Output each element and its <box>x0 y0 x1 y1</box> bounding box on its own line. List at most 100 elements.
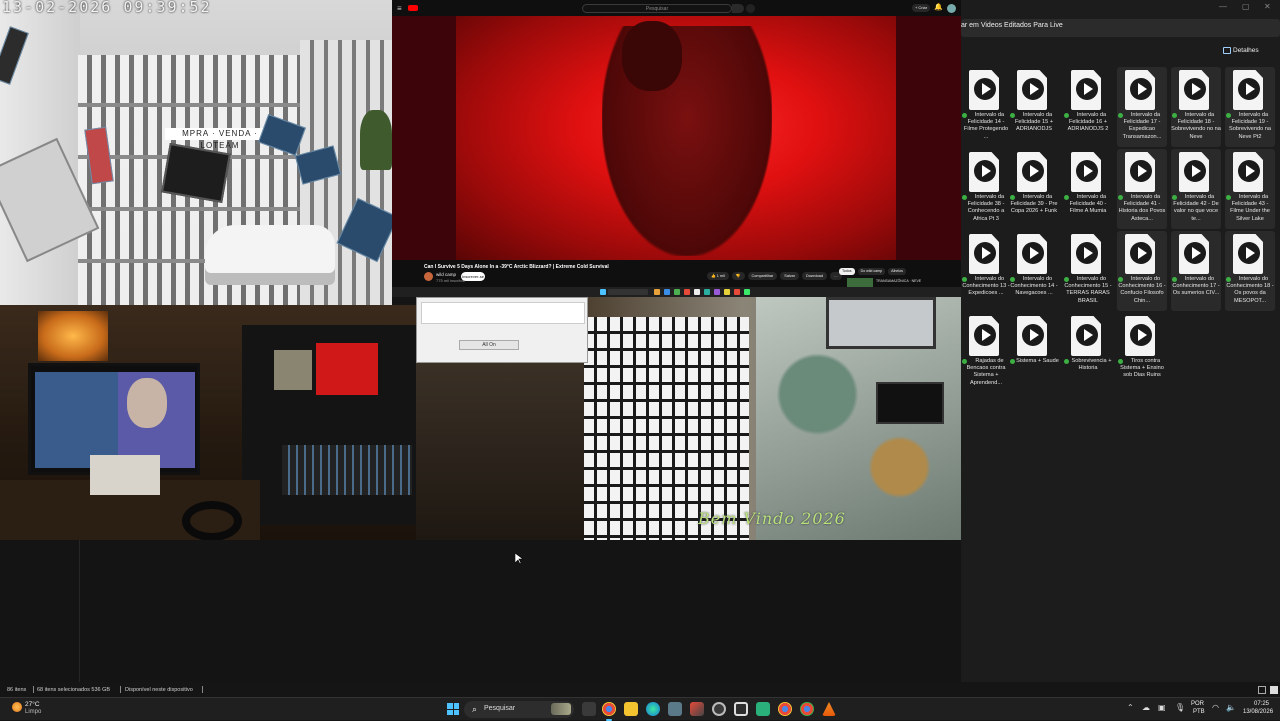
play-icon <box>974 242 996 264</box>
search-text[interactable]: ar em Videos Editados Para Live <box>961 22 1063 29</box>
file-name: Intervalo da Felicidade 19 - Sobrevivend… <box>1229 112 1271 140</box>
details-view-icon[interactable] <box>1258 686 1266 694</box>
search-highlight-image[interactable] <box>551 703 571 715</box>
camera-feed-gate: MPRA · VENDA · LOTEAM 13-02-2026 09:39:5… <box>0 0 392 305</box>
minimize-icon[interactable]: — <box>1219 2 1227 11</box>
obs-icon[interactable] <box>734 702 748 716</box>
github-icon[interactable] <box>712 702 726 716</box>
tray-chevron-icon[interactable]: ⌃ <box>1127 703 1134 712</box>
clock-time[interactable]: 07:25 <box>1254 701 1269 707</box>
video-player[interactable] <box>392 16 961 260</box>
file-item[interactable]: Intervalo da Felicidade 38 - Conhecendo … <box>961 149 1011 229</box>
file-item[interactable]: Intervalo da Felicidade 19 - Sobrevivend… <box>1225 67 1275 147</box>
close-icon[interactable]: ✕ <box>1264 2 1271 11</box>
channel-avatar[interactable] <box>424 272 433 281</box>
dislike-button[interactable]: 👎 <box>731 272 745 280</box>
subscribe-button[interactable]: Inscrever-se <box>461 272 485 281</box>
create-button[interactable]: + Criar <box>912 4 930 12</box>
share-button[interactable]: Compartilhar <box>747 272 778 280</box>
file-item[interactable]: Intervalo da Felicidade 14 - Filme Prote… <box>961 67 1011 147</box>
play-icon <box>1130 160 1152 182</box>
file-item[interactable]: Intervalo do Conhecimento 14 - Navegacoe… <box>1009 231 1059 311</box>
camera-feed-desk <box>0 305 416 540</box>
file-name: Intervalo da Felicidade 39 - Pre Copa 20… <box>1010 194 1058 215</box>
play-icon <box>1130 242 1152 264</box>
file-item[interactable]: Intervalo da Felicidade 41 - Historia do… <box>1117 149 1167 229</box>
file-explorer-icon[interactable] <box>624 702 638 716</box>
file-item[interactable]: Intervalo da Felicidade 18 - Sobrevivend… <box>1171 67 1221 147</box>
like-button[interactable]: 👍 1 mil <box>707 272 729 280</box>
chip-all[interactable]: Todos <box>839 268 855 275</box>
monitor-screen <box>35 372 195 468</box>
file-item[interactable]: Intervalo do Conhecimento 16 - Confucio … <box>1117 231 1167 311</box>
file-item[interactable]: Sobrevivencia + Historia <box>1063 313 1113 393</box>
file-item[interactable]: Intervalo do Conhecimento 13 - Expedicoe… <box>961 231 1011 311</box>
file-item[interactable]: Intervalo da Felicidade 15 + ADRIANODJS <box>1009 67 1059 147</box>
hamburger-menu-icon[interactable]: ≡ <box>397 4 402 13</box>
youtube-search-input[interactable]: Pesquisar <box>582 4 732 13</box>
file-item[interactable]: Intervalo do Conhecimento 18 - Os povos … <box>1225 231 1275 311</box>
taskbar-search-label[interactable]: Pesquisar <box>484 705 515 712</box>
mixer-console <box>282 445 412 495</box>
clock-date[interactable]: 13/08/2026 <box>1243 709 1273 715</box>
file-item[interactable]: Rajadas de Bencaos contra Sistema + Apre… <box>961 313 1011 393</box>
weather-condition[interactable]: Limpo <box>25 709 41 715</box>
file-item[interactable]: Intervalo da Felicidade 43 - Filme Under… <box>1225 149 1275 229</box>
status-separator <box>202 686 203 693</box>
all-on-button[interactable]: All On <box>459 340 519 350</box>
volume-icon[interactable]: 🔈 <box>1226 703 1236 712</box>
file-item[interactable]: Intervalo da Felicidade 16 + ADRIANODJS … <box>1063 67 1113 147</box>
tray-app-icon[interactable]: ▣ <box>1158 703 1166 712</box>
microphone-icon[interactable] <box>746 4 755 13</box>
doll-image <box>127 378 167 428</box>
file-item[interactable]: Intervalo do Conhecimento 17 - Os sumeri… <box>1171 231 1221 311</box>
details-button[interactable]: Detalhes <box>1233 47 1259 54</box>
chrome-profile-icon-2[interactable] <box>800 702 814 716</box>
download-button[interactable]: Download <box>802 272 827 280</box>
large-icons-view-icon[interactable] <box>1270 686 1278 694</box>
file-item[interactable]: Intervalo do Conhecimento 15 - TERRAS RA… <box>1063 231 1113 311</box>
explorer-empty-area[interactable] <box>0 540 961 682</box>
chip-other[interactable]: Alheios <box>888 268 906 275</box>
search-icon[interactable] <box>732 4 744 13</box>
file-item[interactable]: Intervalo da Felicidade 42 - De valor no… <box>1171 149 1221 229</box>
language-indicator[interactable]: POR <box>1191 701 1204 707</box>
chip-channel[interactable]: Do wild camp <box>857 268 886 275</box>
store-icon[interactable] <box>668 702 682 716</box>
weather-icon[interactable] <box>12 702 22 712</box>
maximize-icon[interactable]: ▢ <box>1242 2 1250 11</box>
weather-temperature[interactable]: 27°C <box>25 701 40 708</box>
chrome-icon[interactable] <box>602 702 616 721</box>
microphone-tray-icon[interactable]: 🎙 <box>1175 703 1185 712</box>
app-icon-red[interactable] <box>690 702 704 716</box>
youtube-logo-icon[interactable] <box>408 5 418 11</box>
task-view-icon[interactable] <box>582 702 596 716</box>
file-item[interactable]: Sistema + Saude <box>1009 313 1059 393</box>
bell-icon[interactable]: 🔔 <box>934 4 943 12</box>
subscriber-count: 775 mil inscritos <box>436 278 465 283</box>
file-name: Intervalo da Felicidade 43 - Filme Under… <box>1230 194 1270 222</box>
save-button[interactable]: Salvar <box>780 272 800 280</box>
chrome-profile-icon[interactable] <box>778 702 792 716</box>
pane-divider[interactable] <box>79 540 80 682</box>
keyboard-layout[interactable]: PTB <box>1193 709 1205 715</box>
play-icon <box>1076 242 1098 264</box>
lamp <box>38 311 108 361</box>
details-pane-icon[interactable] <box>1223 47 1231 54</box>
recommended-title[interactable]: TRANSAMAZÔNICA · NEVE <box>876 279 921 283</box>
vlc-icon[interactable] <box>822 702 836 716</box>
file-item[interactable]: Intervalo da Felicidade 39 - Pre Copa 20… <box>1009 149 1059 229</box>
edge-icon[interactable] <box>646 702 660 716</box>
file-item[interactable]: Intervalo da Felicidade 40 - Filme A Mum… <box>1063 149 1113 229</box>
channel-name[interactable]: wild camp <box>436 272 456 277</box>
account-avatar[interactable] <box>947 4 956 13</box>
recommendation-chips: Todos Do wild camp Alheios <box>839 268 906 275</box>
dark-wall <box>416 363 584 540</box>
wifi-icon[interactable]: ◠ <box>1212 703 1219 712</box>
app-icon-green[interactable] <box>756 702 770 716</box>
file-item[interactable]: Tiros contra Sistema + Ensino sob Dias R… <box>1117 313 1167 393</box>
play-icon <box>1076 78 1098 100</box>
start-button-icon[interactable] <box>447 703 459 715</box>
file-item[interactable]: Intervalo da Felicidade 17 - Expedicao T… <box>1117 67 1167 147</box>
cloud-icon[interactable]: ☁ <box>1142 703 1150 712</box>
